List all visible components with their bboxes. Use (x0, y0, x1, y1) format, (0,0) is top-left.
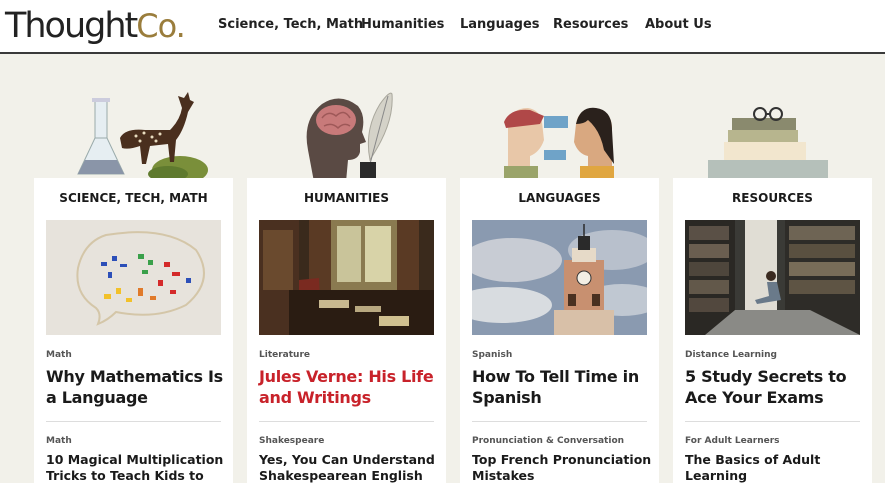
divider (472, 421, 647, 422)
article-image[interactable] (46, 220, 221, 335)
head-brain-quill-illustration (306, 92, 393, 182)
divider (46, 421, 221, 422)
card-title[interactable]: SCIENCE, TECH, MATH (34, 191, 233, 205)
article-category[interactable]: Literature (259, 350, 310, 360)
two-people-speaking-illustration (504, 107, 614, 182)
article-headline[interactable]: The Basics of Adult Learning (685, 452, 870, 483)
category-card-resources: RESOURCES Distance Learning 5 Study Secr… (673, 178, 872, 483)
nav-about-us[interactable]: About Us (645, 17, 712, 32)
nav-resources[interactable]: Resources (553, 17, 628, 32)
stacked-books-glasses-illustration (708, 107, 828, 182)
card-title[interactable]: RESOURCES (673, 191, 872, 205)
article-category[interactable]: Distance Learning (685, 350, 777, 360)
divider (259, 421, 434, 422)
nav-humanities[interactable]: Humanities (361, 17, 444, 32)
card-title[interactable]: LANGUAGES (460, 191, 659, 205)
article-image[interactable] (472, 220, 647, 335)
article-category[interactable]: For Adult Learners (685, 436, 780, 446)
nav-science-tech-math[interactable]: Science, Tech, Math (218, 17, 363, 32)
category-card-languages: LANGUAGES Spanish How To Tell Time in Sp… (460, 178, 659, 483)
logo-suffix: Co. (136, 7, 186, 45)
logo-main: Thought (5, 6, 138, 46)
article-category[interactable]: Math (46, 436, 72, 446)
article-image[interactable] (259, 220, 434, 335)
divider (685, 421, 860, 422)
nav-languages[interactable]: Languages (460, 17, 540, 32)
article-category[interactable]: Math (46, 350, 72, 360)
category-card-science: SCIENCE, TECH, MATH Math Why Mathematics… (34, 178, 233, 483)
flask-and-deer-illustration (77, 92, 208, 182)
article-category[interactable]: Pronunciation & Conversation (472, 436, 624, 446)
article-headline[interactable]: Why Mathematics Is a Language (46, 366, 226, 408)
article-category[interactable]: Shakespeare (259, 436, 324, 446)
article-headline[interactable]: Jules Verne: His Life and Writings (259, 366, 439, 408)
article-headline[interactable]: 10 Magical Multiplication Tricks to Teac… (46, 452, 231, 483)
article-image[interactable] (685, 220, 860, 335)
card-title[interactable]: HUMANITIES (247, 191, 446, 205)
article-headline[interactable]: How To Tell Time in Spanish (472, 366, 652, 408)
site-header: ThoughtCo. Science, Tech, Math Humanitie… (0, 0, 885, 54)
article-category[interactable]: Spanish (472, 350, 512, 360)
logo[interactable]: ThoughtCo. (5, 4, 186, 48)
article-headline[interactable]: Top French Pronunciation Mistakes (472, 452, 657, 483)
article-headline[interactable]: Yes, You Can Understand Shakespearean En… (259, 452, 444, 483)
article-headline[interactable]: 5 Study Secrets to Ace Your Exams (685, 366, 865, 408)
category-card-humanities: HUMANITIES Literature Jules Verne: His L… (247, 178, 446, 483)
